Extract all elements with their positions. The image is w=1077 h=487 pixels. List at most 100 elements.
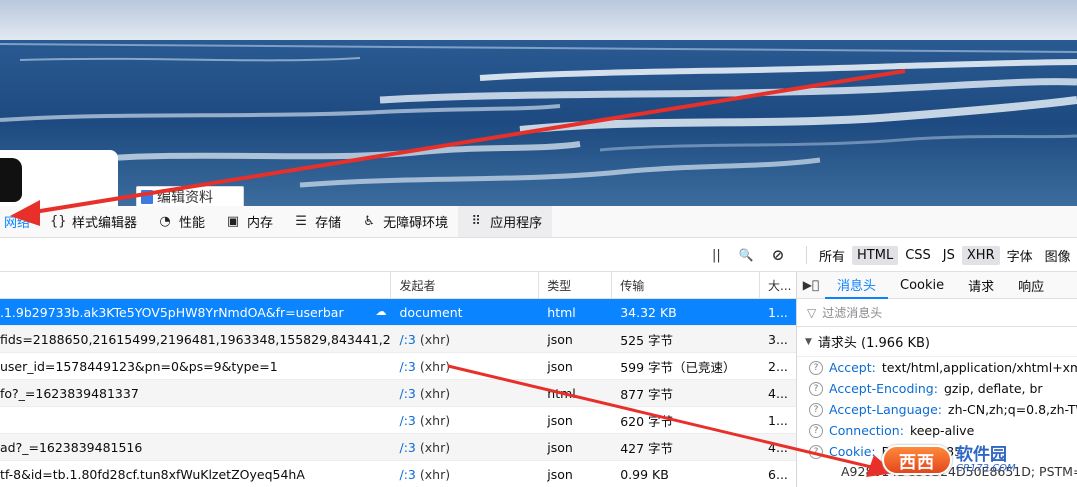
request-header-row[interactable]: ? Accept: text/html,application/xhtml+xm — [797, 357, 1077, 378]
cell-type: json — [547, 331, 573, 347]
cell-transferred: 525 字节 — [620, 332, 674, 348]
header-value: text/html,application/xhtml+xm — [881, 360, 1077, 375]
filter-html[interactable]: HTML — [852, 245, 899, 265]
cell-initiator: /:3 (xhr) — [391, 407, 539, 433]
cell-size: 3... — [768, 331, 788, 347]
tab-performance[interactable]: ◔ 性能 — [147, 206, 215, 237]
watermark: 西西 软件园 CR173.COM — [882, 440, 1077, 480]
tab-cookie[interactable]: Cookie — [888, 272, 956, 299]
filter-type-buttons: 所有 HTML CSS JS XHR 字体 图像 — [814, 238, 1076, 272]
tab-application[interactable]: ⠿ 应用程序 — [458, 206, 553, 237]
cell-url — [0, 407, 391, 433]
col-initiator[interactable]: 发起者 — [391, 272, 540, 299]
col-transferred[interactable]: 传输 — [612, 272, 761, 299]
search-icon[interactable]: 🔍 — [739, 248, 754, 262]
table-row[interactable]: fo?_=1623839481337 /:3 (xhr) html 877 字节 4... — [0, 380, 796, 407]
help-icon[interactable]: ? — [809, 423, 823, 438]
filter-icon: ▽ — [807, 305, 817, 320]
table-row[interactable]: tf-8&id=tb.1.80fd28cf.tun8xfWuKlzetZOyeq… — [0, 461, 796, 487]
request-table: 发起者 类型 传输 大... .1.9b29733b.ak3KTe5YOV5pH… — [0, 272, 797, 487]
filter-xhr[interactable]: XHR — [961, 245, 1000, 265]
sea-banner-image — [0, 0, 1077, 206]
avatar[interactable] — [0, 158, 22, 202]
cell-transferred: 877 字节 — [620, 386, 674, 402]
table-row[interactable]: .1.9b29733b.ak3KTe5YOV5pHW8YrNmdOA&fr=us… — [0, 299, 796, 326]
headers-filter[interactable]: ▽ 过滤消息头 — [797, 299, 1077, 327]
tab-style-editor-label: 样式编辑器 — [72, 216, 138, 231]
initiator-link[interactable]: /:3 — [399, 386, 415, 401]
cell-url: fo?_=1623839481337 — [0, 380, 391, 406]
cell-type: json — [547, 439, 573, 455]
tab-accessibility[interactable]: ♿ 无障碍环境 — [351, 206, 458, 237]
cell-transferred: 427 字节 — [620, 440, 674, 456]
cell-type: html — [547, 304, 576, 320]
request-header-row[interactable]: ? Accept-Language: zh-CN,zh;q=0.8,zh-TW — [797, 399, 1077, 420]
cell-initiator: /:3 (xhr) — [391, 326, 539, 352]
initiator-link[interactable]: /:3 — [399, 413, 415, 428]
initiator-detail: (xhr) — [419, 412, 451, 428]
filter-fonts[interactable]: 字体 — [1002, 244, 1038, 267]
tab-performance-label: 性能 — [179, 216, 206, 231]
tab-memory[interactable]: ▣ 内存 — [215, 206, 283, 237]
filter-images[interactable]: 图像 — [1040, 244, 1076, 267]
block-icon[interactable]: ⊘ — [772, 246, 785, 264]
filter-css[interactable]: CSS — [900, 246, 936, 265]
headers-filter-placeholder: 过滤消息头 — [822, 306, 883, 320]
panel-toggle-icon[interactable]: ▶⃞ — [797, 278, 825, 292]
tab-storage[interactable]: ☰ 存储 — [283, 206, 351, 237]
initiator-detail: (xhr) — [419, 466, 451, 482]
tab-style-editor[interactable]: {} 样式编辑器 — [40, 206, 147, 237]
table-row[interactable]: ad?_=1623839481516 /:3 (xhr) json 427 字节 4... — [0, 434, 796, 461]
col-url[interactable] — [0, 272, 392, 299]
col-size[interactable]: 大... — [760, 272, 796, 299]
cell-initiator: /:3 (xhr) — [391, 461, 539, 487]
pause-icon[interactable]: || — [712, 248, 721, 263]
details-tabs: ▶⃞ 消息头 Cookie 请求 响应 — [797, 272, 1077, 299]
tab-network[interactable]: 网络 — [0, 206, 40, 237]
cell-type: json — [547, 358, 573, 374]
cell-size: 2... — [768, 358, 788, 374]
initiator-link[interactable]: /:3 — [399, 332, 415, 347]
initiator-link[interactable]: /:3 — [399, 359, 415, 374]
edit-profile-label: 编辑资料 — [157, 190, 213, 206]
url-text: user_id=1578449123&pn=0&ps=9&type=1 — [0, 358, 278, 374]
tab-response[interactable]: 响应 — [1006, 272, 1056, 299]
toolbar-divider — [806, 246, 807, 264]
help-icon[interactable]: ? — [809, 402, 823, 417]
initiator-link[interactable]: document — [399, 305, 462, 320]
cell-transferred: 599 字节（已竞速） — [620, 359, 736, 375]
col-type[interactable]: 类型 — [539, 272, 613, 299]
filter-all[interactable]: 所有 — [814, 244, 850, 267]
request-header-row[interactable]: ? Accept-Encoding: gzip, deflate, br — [797, 378, 1077, 399]
watermark-name: 软件园 — [956, 444, 1007, 465]
help-icon[interactable]: ? — [809, 444, 823, 459]
tab-headers[interactable]: 消息头 — [825, 272, 889, 299]
filter-js[interactable]: JS — [938, 246, 960, 265]
cell-type: json — [547, 466, 573, 482]
table-row[interactable]: user_id=1578449123&pn=0&ps=9&type=1 /:3 (x… — [0, 353, 796, 380]
watermark-domain: CR173.COM — [956, 462, 1016, 474]
cell-size: 6... — [768, 466, 788, 482]
cell-initiator: document — [391, 299, 539, 325]
watermark-logo: 西西 — [882, 445, 952, 475]
tab-request[interactable]: 请求 — [956, 272, 1006, 299]
cell-transferred: 34.32 KB — [620, 304, 677, 320]
header-key: Cookie: — [829, 444, 876, 459]
url-text: tf-8&id=tb.1.80fd28cf.tun8xfWuKlzetZOyeq… — [0, 466, 305, 482]
initiator-link[interactable]: /:3 — [399, 440, 415, 455]
tab-network-label: 网络 — [4, 216, 31, 231]
request-headers-section[interactable]: ▼ 请求头 (1.966 KB) — [797, 327, 1077, 357]
initiator-link[interactable]: /:3 — [399, 467, 415, 482]
profile-banner: 编辑资料 — [0, 0, 1077, 206]
storage-icon: ☰ — [295, 214, 307, 229]
request-header-row[interactable]: ? Connection: keep-alive — [797, 420, 1077, 441]
tab-accessibility-label: 无障碍环境 — [383, 216, 449, 231]
edit-profile-button[interactable]: 编辑资料 — [136, 186, 244, 206]
help-icon[interactable]: ? — [809, 360, 823, 375]
table-row[interactable]: /:3 (xhr) json 620 字节 1... — [0, 407, 796, 434]
network-toolbar: || 🔍 ⊘ 所有 HTML CSS JS XHR 字体 图像 — [0, 238, 1077, 272]
accessibility-icon: ♿ — [363, 214, 375, 229]
help-icon[interactable]: ? — [809, 381, 823, 396]
header-key: Accept: — [829, 360, 876, 375]
table-row[interactable]: fids=2188650,21615499,2196481,1963348,15… — [0, 326, 796, 353]
